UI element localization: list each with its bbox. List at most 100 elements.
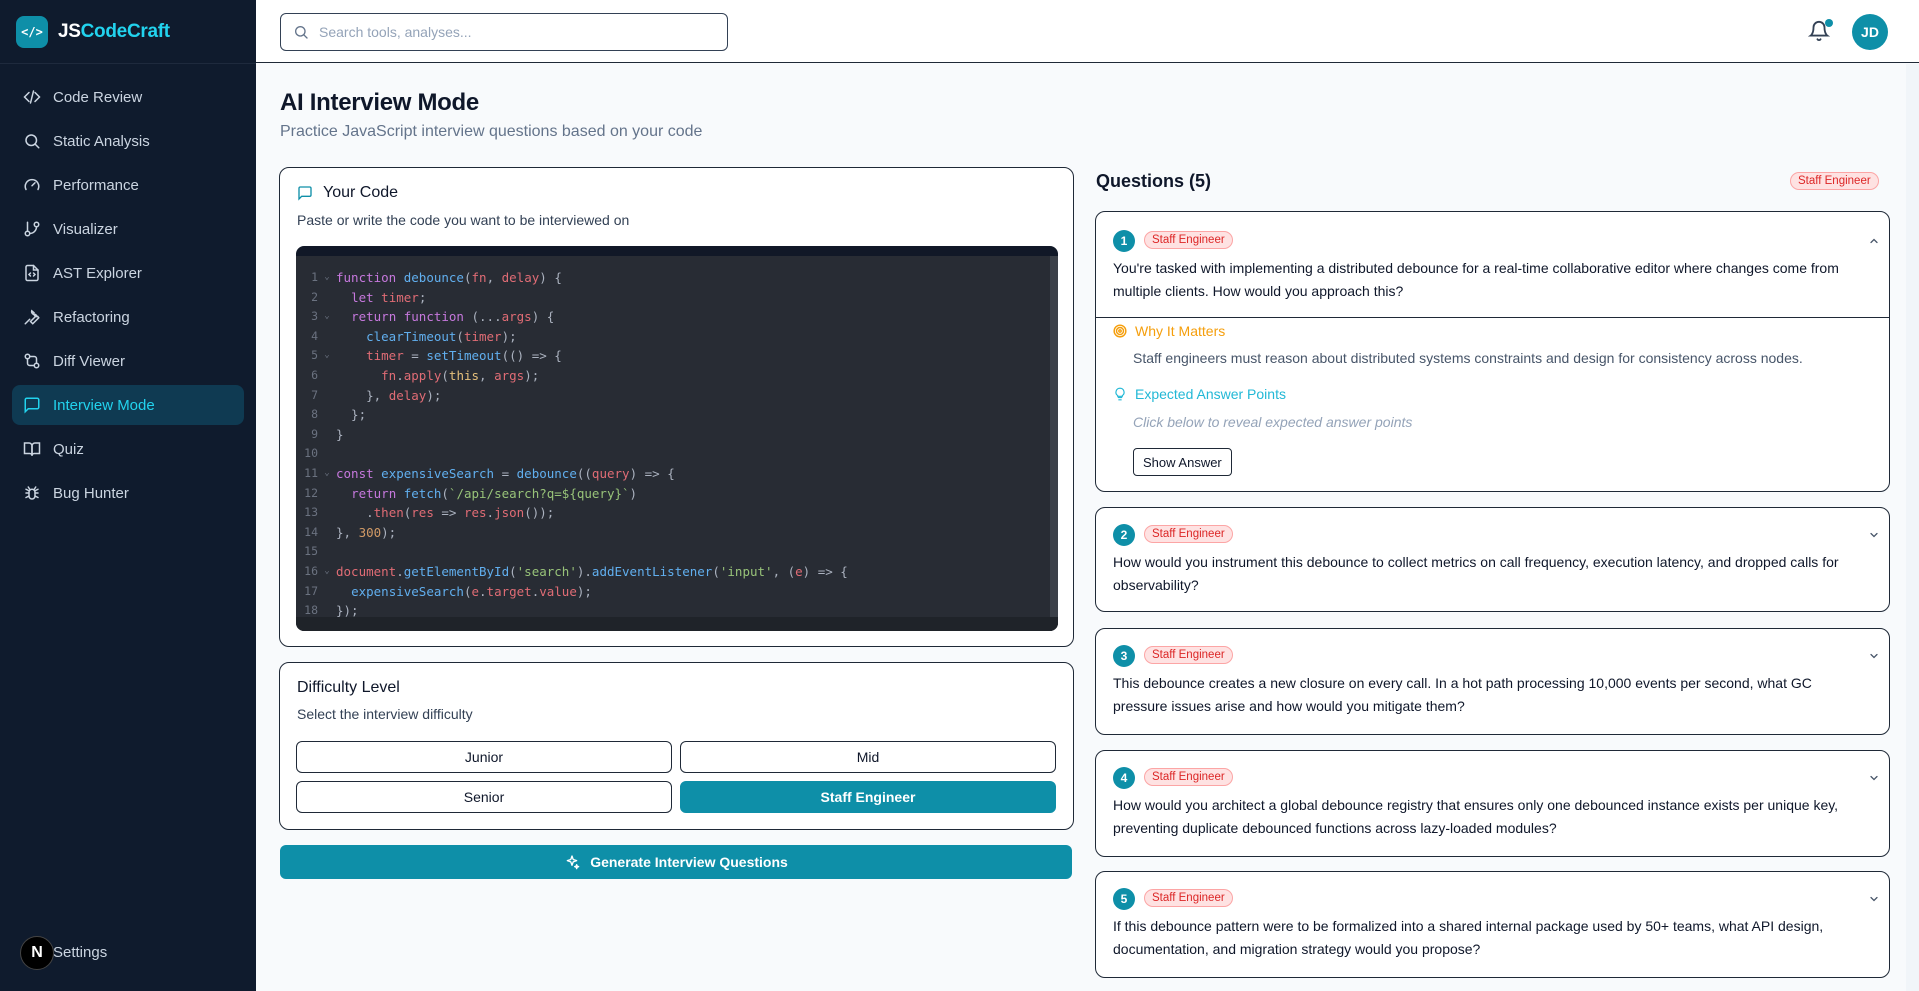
code-line[interactable]: 6 fn.apply(this, args);	[296, 366, 1046, 386]
fold-chevron-icon[interactable]: ⌄	[318, 464, 336, 484]
notification-dot	[1825, 19, 1833, 27]
question-card-2[interactable]: 2 Staff Engineer How would you instrumen…	[1095, 507, 1890, 612]
sidebar-item-bug-hunter[interactable]: Bug Hunter	[12, 473, 244, 513]
code-line[interactable]: 17 expensiveSearch(e.target.value);	[296, 582, 1046, 602]
code-line[interactable]: 2 let timer;	[296, 288, 1046, 308]
code-text: }, delay);	[336, 387, 442, 403]
sidebar-item-code-review[interactable]: Code Review	[12, 77, 244, 117]
fold-chevron-icon[interactable]	[318, 288, 336, 308]
line-number: 10	[304, 446, 318, 461]
chevron-up-icon[interactable]	[1868, 235, 1880, 247]
fold-chevron-icon[interactable]	[318, 484, 336, 504]
fold-chevron-icon[interactable]	[318, 405, 336, 425]
code-text: function debounce(fn, delay) {	[336, 270, 562, 285]
question-card-4[interactable]: 4 Staff Engineer How would you architect…	[1095, 750, 1890, 857]
code-text: timer = setTimeout(() => {	[366, 348, 562, 364]
line-number: 4	[311, 328, 318, 343]
file-code-icon	[25, 264, 39, 282]
code-line[interactable]: 13 .then(res => res.json());	[296, 503, 1046, 523]
sidebar-item-refactoring[interactable]: Refactoring	[12, 297, 244, 337]
code-text: clearTimeout(timer);	[366, 328, 517, 344]
sidebar: </> JSCodeCraft Code Review Static Analy…	[0, 0, 256, 991]
code-line[interactable]: 10	[296, 444, 1046, 464]
target-icon	[1113, 324, 1127, 338]
code-lines[interactable]: 1 ⌄ function debounce(fn, delay) {2 let ti…	[296, 268, 1046, 621]
question-number: 1	[1113, 230, 1135, 252]
question-card-3[interactable]: 3 Staff Engineer This debounce creates a…	[1095, 628, 1890, 735]
search-input[interactable]	[319, 24, 699, 40]
code-line[interactable]: 1 ⌄ function debounce(fn, delay) {	[296, 268, 1046, 288]
next-logo-icon[interactable]: N	[20, 936, 54, 970]
code-line[interactable]: 12 return fetch(`/api/search?q=${query}`…	[296, 484, 1046, 504]
page-scrollbar[interactable]	[1906, 64, 1919, 991]
fold-chevron-icon[interactable]: ⌄	[318, 562, 336, 582]
fold-chevron-icon[interactable]	[318, 582, 336, 602]
sidebar-item-interview-mode[interactable]: Interview Mode	[12, 385, 244, 425]
fold-chevron-icon[interactable]	[318, 366, 336, 386]
editor-horizontal-scrollbar[interactable]	[296, 617, 1058, 631]
chevron-down-icon[interactable]	[1868, 529, 1880, 541]
question-card-1[interactable]: 1 Staff Engineer You're tasked with impl…	[1095, 211, 1890, 492]
code-line[interactable]: 16 ⌄ document.getElementById('search').add…	[296, 562, 1046, 582]
brand[interactable]: </> JSCodeCraft	[0, 0, 256, 64]
code-line[interactable]: 7 }, delay);	[296, 386, 1046, 406]
code-line[interactable]: 11 ⌄ const expensiveSearch = debounce((que…	[296, 464, 1046, 484]
sidebar-item-ast-explorer[interactable]: AST Explorer	[12, 253, 244, 293]
code-line[interactable]: 14}, 300);	[296, 523, 1046, 543]
fold-chevron-icon[interactable]	[318, 386, 336, 406]
sidebar-item-label: Bug Hunter	[53, 484, 129, 502]
fold-chevron-icon[interactable]	[318, 542, 336, 562]
show-answer-button[interactable]: Show Answer	[1133, 448, 1232, 476]
line-number: 11	[304, 465, 318, 480]
code-text: fn.apply(this, args);	[381, 367, 540, 383]
difficulty-mid-button[interactable]: Mid	[680, 741, 1056, 773]
question-divider	[1096, 317, 1889, 318]
book-icon	[23, 442, 41, 456]
git-branch-icon	[24, 221, 40, 237]
fold-chevron-icon[interactable]: ⌄	[318, 268, 336, 288]
difficulty-junior-button[interactable]: Junior	[296, 741, 672, 773]
code-card-title-text: Your Code	[323, 184, 399, 201]
fold-chevron-icon[interactable]: ⌄	[318, 307, 336, 327]
sidebar-item-diff-viewer[interactable]: Diff Viewer	[12, 341, 244, 381]
sidebar-item-visualizer[interactable]: Visualizer	[12, 209, 244, 249]
code-line[interactable]: 3 ⌄ return function (...args) {	[296, 307, 1046, 327]
question-level-badge: Staff Engineer	[1144, 231, 1233, 249]
search-box[interactable]	[280, 13, 728, 51]
sidebar-item-static-analysis[interactable]: Static Analysis	[12, 121, 244, 161]
code-editor[interactable]: 1 ⌄ function debounce(fn, delay) {2 let ti…	[296, 246, 1058, 631]
generate-questions-button[interactable]: Generate Interview Questions	[280, 845, 1072, 879]
fold-chevron-icon[interactable]	[318, 444, 336, 464]
chevron-down-icon[interactable]	[1868, 772, 1880, 784]
sidebar-item-label: Quiz	[53, 440, 84, 458]
question-level-badge: Staff Engineer	[1144, 646, 1233, 664]
question-text: You're tasked with implementing a distri…	[1113, 260, 1839, 299]
question-level-badge: Staff Engineer	[1144, 525, 1233, 543]
fold-chevron-icon[interactable]: ⌄	[318, 346, 336, 366]
sidebar-item-performance[interactable]: Performance	[12, 165, 244, 205]
fold-chevron-icon[interactable]	[318, 425, 336, 445]
sidebar-item-settings[interactable]: N Settings	[20, 936, 107, 970]
code-text: expensiveSearch(e.target.value);	[351, 583, 592, 599]
code-line[interactable]: 5 ⌄ timer = setTimeout(() => {	[296, 346, 1046, 366]
brand-suffix: CodeCraft	[80, 20, 170, 42]
code-line[interactable]: 8 };	[296, 405, 1046, 425]
editor-vertical-scrollbar[interactable]	[1050, 256, 1058, 631]
code-line[interactable]: 9}	[296, 425, 1046, 445]
avatar[interactable]: JD	[1852, 14, 1888, 50]
code-text: return function (...args) {	[351, 309, 555, 325]
chevron-down-icon[interactable]	[1868, 893, 1880, 905]
fold-chevron-icon[interactable]	[318, 327, 336, 347]
sidebar-item-quiz[interactable]: Quiz	[12, 429, 244, 469]
difficulty-staff-button[interactable]: Staff Engineer	[680, 781, 1056, 813]
code-line[interactable]: 15	[296, 542, 1046, 562]
fold-chevron-icon[interactable]	[318, 503, 336, 523]
question-card-5[interactable]: 5 Staff Engineer If this debounce patter…	[1095, 871, 1890, 978]
code-line[interactable]: 4 clearTimeout(timer);	[296, 327, 1046, 347]
settings-label: Settings	[53, 944, 108, 961]
code-text: document.getElementById('search').addEve…	[336, 563, 848, 579]
chevron-down-icon[interactable]	[1868, 650, 1880, 662]
code-text: let timer;	[351, 289, 427, 305]
fold-chevron-icon[interactable]	[318, 523, 336, 543]
difficulty-senior-button[interactable]: Senior	[296, 781, 672, 813]
